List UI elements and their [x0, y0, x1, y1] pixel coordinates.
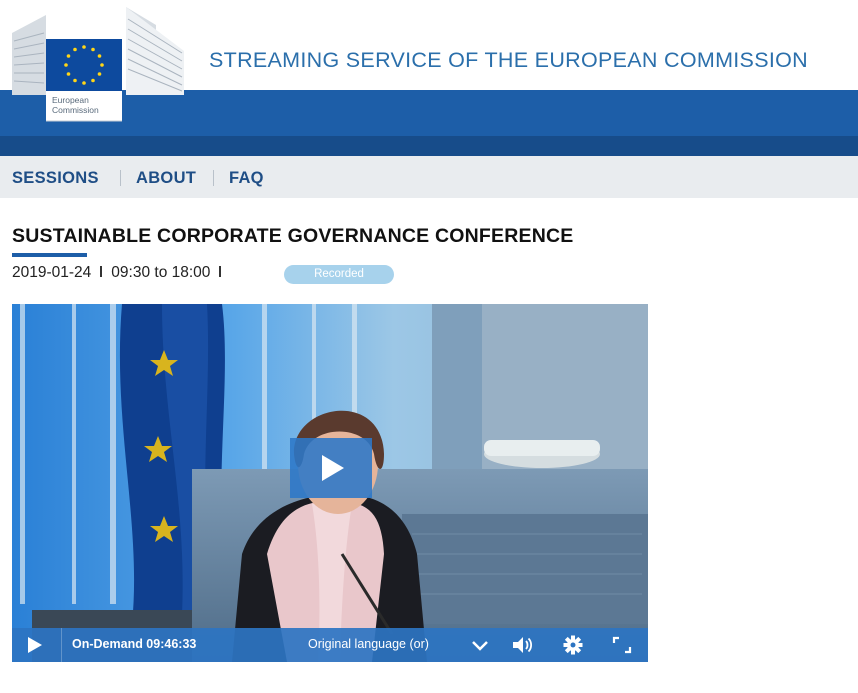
nav-sessions[interactable]: SESSIONS — [12, 169, 99, 188]
event-date: 2019-01-24 — [12, 264, 92, 281]
meta-divider — [219, 266, 222, 277]
title-underline — [12, 253, 87, 257]
volume-icon[interactable] — [510, 634, 534, 656]
event-title: SUSTAINABLE CORPORATE GOVERNANCE CONFERE… — [12, 225, 574, 247]
nav-divider — [213, 170, 214, 186]
logo-line-2: Commission — [52, 105, 99, 115]
chevron-down-icon[interactable] — [468, 634, 492, 656]
nav-about[interactable]: ABOUT — [136, 169, 196, 188]
meta-divider — [100, 266, 103, 277]
status-badge: Recorded — [284, 265, 394, 284]
playback-mode: On-Demand 09:46:33 — [72, 637, 197, 651]
fullscreen-icon[interactable] — [610, 634, 634, 656]
nav-faq[interactable]: FAQ — [229, 169, 264, 188]
language-select[interactable]: Original language (or) — [308, 637, 429, 651]
player-controls: On-Demand 09:46:33 Original language (or… — [12, 628, 648, 662]
main-nav: SESSIONS ABOUT FAQ — [0, 156, 858, 198]
play-icon[interactable] — [24, 635, 44, 655]
play-overlay-button[interactable] — [290, 438, 372, 498]
logo-caption: European Commission — [52, 95, 99, 115]
gear-icon[interactable] — [561, 634, 585, 656]
event-meta: 2019-01-24 09:30 to 18:00 — [12, 264, 230, 282]
controls-divider — [61, 628, 62, 662]
video-player[interactable]: On-Demand 09:46:33 Original language (or… — [12, 304, 648, 662]
site-title[interactable]: STREAMING SERVICE OF THE EUROPEAN COMMIS… — [209, 48, 808, 73]
site-header: European Commission STREAMING SERVICE OF… — [0, 0, 858, 156]
header-band-lower — [0, 136, 858, 156]
event-time: 09:30 to 18:00 — [111, 264, 211, 281]
logo-line-1: European — [52, 95, 89, 105]
nav-divider — [120, 170, 121, 186]
